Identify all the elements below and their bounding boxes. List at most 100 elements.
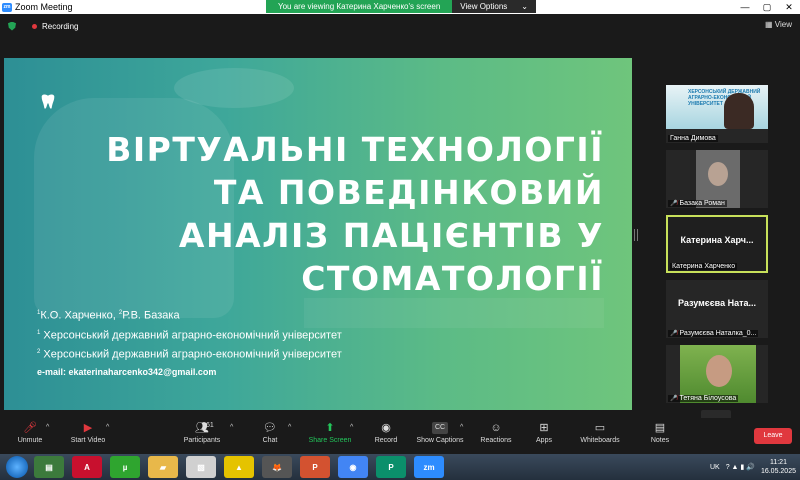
record-label: Record [374, 437, 398, 444]
face [706, 355, 732, 387]
monitor-taskbar-icon[interactable]: ▤ [34, 456, 64, 478]
face [708, 162, 728, 186]
clock[interactable]: 11:21 16.05.2025 [761, 458, 796, 476]
share-screen-icon: ⬆︎ [325, 422, 335, 434]
unmute-label: Unmute [17, 437, 43, 444]
view-options-label: View Options [460, 2, 508, 11]
recording-dot-icon [32, 23, 37, 29]
affiliation-text: Херсонський державний аграрно-економічни… [40, 329, 342, 342]
notes-button[interactable]: ▤ Notes [630, 422, 690, 444]
notes-icon: ▤ [654, 422, 666, 434]
language-indicator[interactable]: UK [710, 464, 720, 471]
caret-up-icon[interactable]: ^ [46, 424, 49, 431]
participant-tile[interactable]: 🎤̸ Базака Роман [666, 150, 768, 208]
explorer-taskbar-icon[interactable]: ▰ [148, 456, 178, 478]
chat-icon: 💬︎ [263, 422, 277, 434]
record-icon: ◉ [381, 422, 391, 434]
participant-name-tag: 🎤̸ Базака Роман [668, 200, 727, 207]
person-figure [724, 93, 754, 129]
zoom-logo-icon: zm [2, 2, 12, 12]
share-screen-label: Share Screen [308, 437, 352, 444]
acrobat-taskbar-icon[interactable]: A [72, 456, 102, 478]
affiliation-line: 2 Херсонський державний аграрно-економіч… [37, 345, 342, 362]
mic-off-icon: 🎤̸ [670, 201, 678, 207]
chrome-taskbar-icon[interactable]: ◉ [338, 456, 368, 478]
fox-taskbar-icon[interactable]: 🦊 [262, 456, 292, 478]
participant-name: Разумєєва Наталка_0... [679, 330, 757, 337]
whiteboards-label: Whiteboards [580, 437, 620, 444]
reactions-label: Reactions [480, 437, 512, 444]
triangle-taskbar-icon[interactable]: ▲ [224, 456, 254, 478]
view-button[interactable]: ▦ View [765, 20, 792, 29]
slide-title-line: ТА ПОВЕДІНКОВИЙ [213, 173, 604, 212]
viewing-banner: You are viewing Катерина Харченко's scre… [266, 0, 536, 13]
start-button-icon[interactable] [6, 456, 28, 478]
caret-up-icon[interactable]: ^ [460, 424, 463, 431]
slide-email: e-mail: ekaterinaharcenko342@gmail.com [37, 366, 217, 377]
participant-tile[interactable]: ХЕРСОНСЬКИЙ ДЕРЖАВНИЙ АГРАРНО-ЕКОНОМІЧНИ… [666, 85, 768, 143]
maximize-button[interactable]: ▢ [756, 0, 778, 14]
whiteboards-button[interactable]: ▭ Whiteboards [570, 422, 630, 444]
slide-authors: 1К.О. Харченко, 2Р.В. Базака 1 Херсонськ… [37, 306, 342, 382]
powerpoint-red-taskbar-icon[interactable]: P [300, 456, 330, 478]
os-taskbar: ▤ Aµ ▰ ▧ ▲ 🦊 P ◉ Pzm UK ? ▲ ▮ 🔊 11:21 16.05.2025 [0, 454, 800, 480]
whiteboard-icon: ▭ [594, 422, 606, 434]
clock-time: 11:21 [769, 459, 787, 466]
apps-icon: ⊞ [539, 422, 549, 434]
utorrent-taskbar-icon[interactable]: µ [110, 456, 140, 478]
affiliation-text: Херсонський державний аграрно-економічни… [40, 348, 342, 361]
tooth-icon [41, 94, 55, 109]
smiley-icon: ☺︎ [490, 422, 502, 434]
shield-icon[interactable] [8, 21, 16, 31]
authors-line: 1К.О. Харченко, 2Р.В. Базака [37, 306, 342, 323]
participants-label: Participants [183, 437, 221, 444]
participant-tile[interactable]: 🎤̸ Тетяна Білоусова [666, 345, 768, 403]
slide-title: ВІРТУАЛЬНІ ТЕХНОЛОГІЇ ТА ПОВЕДІНКОВИЙ АН… [34, 128, 604, 300]
mic-off-icon: 🎤̸ [670, 331, 678, 337]
caret-up-icon[interactable]: ^ [350, 424, 353, 431]
participant-name: Катерина Харченко [670, 263, 738, 270]
clock-date: 16.05.2025 [760, 468, 796, 475]
slide-title-line: ВІРТУАЛЬНІ ТЕХНОЛОГІЇ [106, 130, 604, 169]
participant-name: Тетяна Білоусова [679, 395, 737, 402]
start-video-label: Start Video [70, 437, 106, 444]
caret-up-icon[interactable]: ^ [106, 424, 109, 431]
participant-tile[interactable]: Разумєєва Ната... 🎤̸ Разумєєва Наталка_0.… [666, 280, 768, 338]
view-options-button[interactable]: View Options ⌄ [452, 0, 536, 13]
participant-name: Ганна Димова [668, 135, 718, 142]
publisher-taskbar-icon[interactable]: P [376, 456, 406, 478]
meeting-toolbar: 🎤︎ Unmute ^ ▶︎ Start Video ^ 👥︎ 61 Parti… [0, 418, 800, 454]
minimize-button[interactable]: — [734, 0, 756, 14]
counter-bg [304, 298, 604, 328]
caret-up-icon[interactable]: ^ [288, 424, 291, 431]
zoom-taskbar-icon[interactable]: zm [414, 456, 444, 478]
show-captions-label: Show Captions [416, 437, 464, 444]
participant-big-name: Разумєєва Ната... [677, 298, 757, 308]
participant-name: Базака Роман [679, 200, 725, 207]
taskbar-apps: ▤ Aµ ▰ ▧ ▲ 🦊 P ◉ Pzm [34, 456, 452, 478]
participant-big-name: Катерина Харч... [680, 235, 754, 245]
participants-button[interactable]: 👥︎ 61 Participants [172, 422, 232, 444]
participant-tile-active[interactable]: Катерина Харч... Катерина Харченко [666, 215, 768, 273]
participants-count: 61 [206, 422, 214, 429]
mic-off-icon: 🎤̸ [670, 396, 678, 402]
chevron-down-icon: ⌄ [521, 2, 528, 11]
viewing-message: You are viewing Катерина Харченко's scre… [266, 0, 453, 13]
recording-label[interactable]: Recording [42, 22, 78, 31]
close-button[interactable]: ✕ [778, 0, 800, 14]
participant-name-tag: 🎤̸ Разумєєва Наталка_0... [668, 330, 759, 337]
resize-handle[interactable] [634, 229, 638, 241]
chat-label: Chat [262, 437, 278, 444]
participant-video: ХЕРСОНСЬКИЙ ДЕРЖАВНИЙ АГРАРНО-ЕКОНОМІЧНИ… [666, 85, 768, 129]
video-off-icon: ▶︎ [83, 422, 93, 434]
participant-name-tag: 🎤̸ Тетяна Білоусова [668, 395, 739, 402]
tray-icons[interactable]: ? ▲ ▮ 🔊 [726, 463, 755, 471]
apps-button[interactable]: ⊞ Apps [514, 422, 574, 444]
mic-muted-icon: 🎤︎ [23, 422, 37, 434]
leave-button[interactable]: Leave [754, 428, 792, 444]
paint-taskbar-icon[interactable]: ▧ [186, 456, 216, 478]
caret-up-icon[interactable]: ^ [230, 424, 233, 431]
unmute-button[interactable]: 🎤︎ Unmute [0, 422, 60, 444]
record-button[interactable]: ◉ Record [356, 422, 416, 444]
author-name: Р.В. Базака [122, 309, 180, 322]
